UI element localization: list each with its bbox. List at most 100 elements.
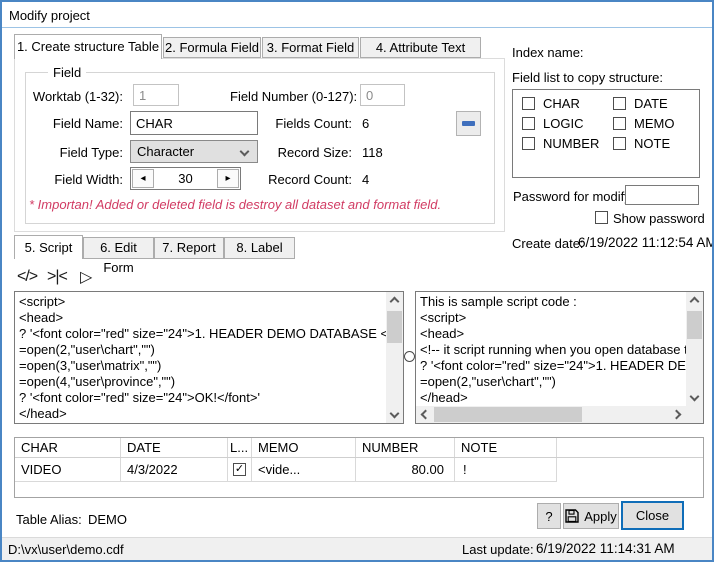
field-list-box: CHAR DATE LOGIC MEMO NUMBER NOTE	[512, 89, 700, 178]
field-type-combobox[interactable]: Character	[130, 140, 258, 163]
tab-create-structure-table[interactable]: 1. Create structure Table	[14, 34, 162, 59]
title-bar[interactable]: Modify project	[2, 2, 712, 27]
data-grid: CHAR DATE L... MEMO NUMBER NOTE VIDEO 4/…	[14, 437, 704, 498]
chevron-down-icon	[239, 146, 250, 157]
chevron-down-icon[interactable]	[389, 408, 400, 419]
field-width-label: Field Width:	[54, 172, 123, 187]
field-name-value: CHAR	[136, 115, 173, 131]
remove-field-button[interactable]	[456, 111, 481, 136]
hscrollbar-thumb[interactable]	[434, 407, 582, 422]
code-tags-icon[interactable]: </>	[17, 266, 38, 288]
column-header-char[interactable]: CHAR	[15, 438, 121, 457]
last-update-label: Last update:	[462, 542, 534, 557]
field-type-value: Character	[137, 144, 195, 159]
tab-label: 6. Edit Form	[100, 240, 137, 275]
checkbox-logic[interactable]	[522, 117, 535, 130]
show-password-label: Show password	[613, 211, 705, 226]
checkbox-char-label: CHAR	[543, 96, 580, 111]
chevron-right-icon[interactable]	[671, 409, 682, 420]
record-count-label: Record Count:	[268, 172, 352, 187]
checkbox-date-label: DATE	[634, 96, 668, 111]
checkbox-date[interactable]	[613, 97, 626, 110]
show-password-checkbox[interactable]	[595, 211, 608, 224]
cell-note: !	[455, 458, 557, 482]
checkbox-number[interactable]	[522, 137, 535, 150]
password-label: Password for modify:	[513, 189, 635, 204]
create-date-label: Create date:	[512, 236, 584, 251]
tab-label: 3. Format Field	[266, 40, 355, 55]
run-script-icon[interactable]: ▷	[80, 266, 92, 288]
checkbox-char[interactable]	[522, 97, 535, 110]
worktab-label: Worktab (1-32):	[32, 89, 123, 104]
column-header-date[interactable]: DATE	[121, 438, 228, 457]
scrollbar-corner	[686, 406, 703, 423]
cell-memo: <vide...	[252, 458, 356, 482]
close-button[interactable]: Close	[621, 501, 684, 530]
chevron-up-icon[interactable]	[389, 296, 400, 307]
tab-script[interactable]: 5. Script	[14, 235, 83, 259]
tab-label: 8. Label	[236, 240, 283, 255]
checkbox-memo[interactable]	[613, 117, 626, 130]
field-number-input[interactable]: 0	[360, 84, 405, 106]
column-header-note[interactable]: NOTE	[455, 438, 557, 457]
fields-count-label: Fields Count:	[275, 116, 352, 131]
tab-formula-field[interactable]: 2. Formula Field	[163, 37, 261, 58]
tab-label: 2. Formula Field	[165, 40, 259, 55]
table-alias-value: DEMO	[88, 512, 127, 527]
checkbox-logic-label: LOGIC	[543, 116, 584, 131]
password-input[interactable]	[625, 185, 699, 205]
splitter-handle[interactable]	[404, 351, 415, 362]
checkbox-number-label: NUMBER	[543, 136, 600, 151]
status-bar: D:\vx\user\demo.cdf Last update: 6/19/20…	[2, 537, 712, 560]
field-width-stepper[interactable]: ◂ 30 ▸	[130, 167, 241, 190]
help-icon: ?	[545, 508, 553, 524]
chevron-down-icon[interactable]	[689, 391, 700, 402]
fields-count-value: 6	[362, 116, 370, 131]
script-help-hscrollbar[interactable]	[416, 406, 686, 423]
field-type-label: Field Type:	[59, 145, 123, 160]
script-editor-vscrollbar[interactable]	[386, 292, 403, 423]
help-button[interactable]: ?	[537, 503, 561, 529]
apply-button[interactable]: Apply	[563, 503, 619, 529]
grid-header-row: CHAR DATE L... MEMO NUMBER NOTE	[15, 438, 703, 458]
script-editor-text: <script> <head> ? '<font color="red" siz…	[19, 294, 386, 421]
field-number-label: Field Number (0-127):	[230, 89, 358, 104]
tab-edit-form[interactable]: 6. Edit Form	[83, 237, 154, 275]
checkbox-note[interactable]	[613, 137, 626, 150]
field-name-input[interactable]: CHAR	[130, 111, 258, 135]
field-name-label: Field Name:	[52, 116, 123, 131]
cell-logic: ✓	[228, 458, 252, 482]
tab-format-field[interactable]: 3. Format Field	[262, 37, 359, 58]
tab-label-tab[interactable]: 8. Label	[224, 237, 295, 259]
tab-label: 5. Script	[24, 240, 73, 255]
script-help-box[interactable]: This is sample script code : <script> <h…	[415, 291, 704, 424]
tab-attribute-text-table[interactable]: 4. Attribute Text Table	[360, 37, 481, 75]
checked-checkbox-icon[interactable]: ✓	[233, 463, 246, 476]
code-collapse-icon[interactable]: >|<	[47, 266, 68, 288]
cell-number: 80.00	[356, 458, 455, 482]
table-alias-label: Table Alias:	[16, 512, 82, 527]
record-size-value: 118	[362, 145, 383, 160]
script-help-vscrollbar[interactable]	[686, 292, 703, 406]
vscrollbar-thumb[interactable]	[387, 311, 402, 343]
record-size-label: Record Size:	[277, 145, 352, 160]
column-header-number[interactable]: NUMBER	[356, 438, 455, 457]
apply-button-label: Apply	[584, 508, 617, 524]
minus-icon	[462, 121, 475, 126]
window-title: Modify project	[9, 8, 90, 23]
worktab-input[interactable]: 1	[133, 84, 179, 106]
column-header-memo[interactable]: MEMO	[252, 438, 356, 457]
save-icon	[565, 509, 579, 523]
script-editor[interactable]: <script> <head> ? '<font color="red" siz…	[14, 291, 404, 424]
field-number-value: 0	[366, 87, 374, 103]
table-row[interactable]: VIDEO 4/3/2022 ✓ <vide... 80.00 !	[15, 458, 703, 482]
chevron-up-icon[interactable]	[689, 296, 700, 307]
tab-report[interactable]: 7. Report	[154, 237, 224, 259]
close-button-label: Close	[635, 508, 670, 523]
chevron-left-icon[interactable]	[420, 409, 431, 420]
create-date-value: 6/19/2022 11:12:54 AM	[578, 235, 714, 250]
column-header-logic[interactable]: L...	[228, 438, 252, 457]
cell-date: 4/3/2022	[121, 458, 228, 482]
stepper-right-arrow[interactable]: ▸	[217, 169, 239, 188]
vscrollbar-thumb[interactable]	[687, 311, 702, 339]
